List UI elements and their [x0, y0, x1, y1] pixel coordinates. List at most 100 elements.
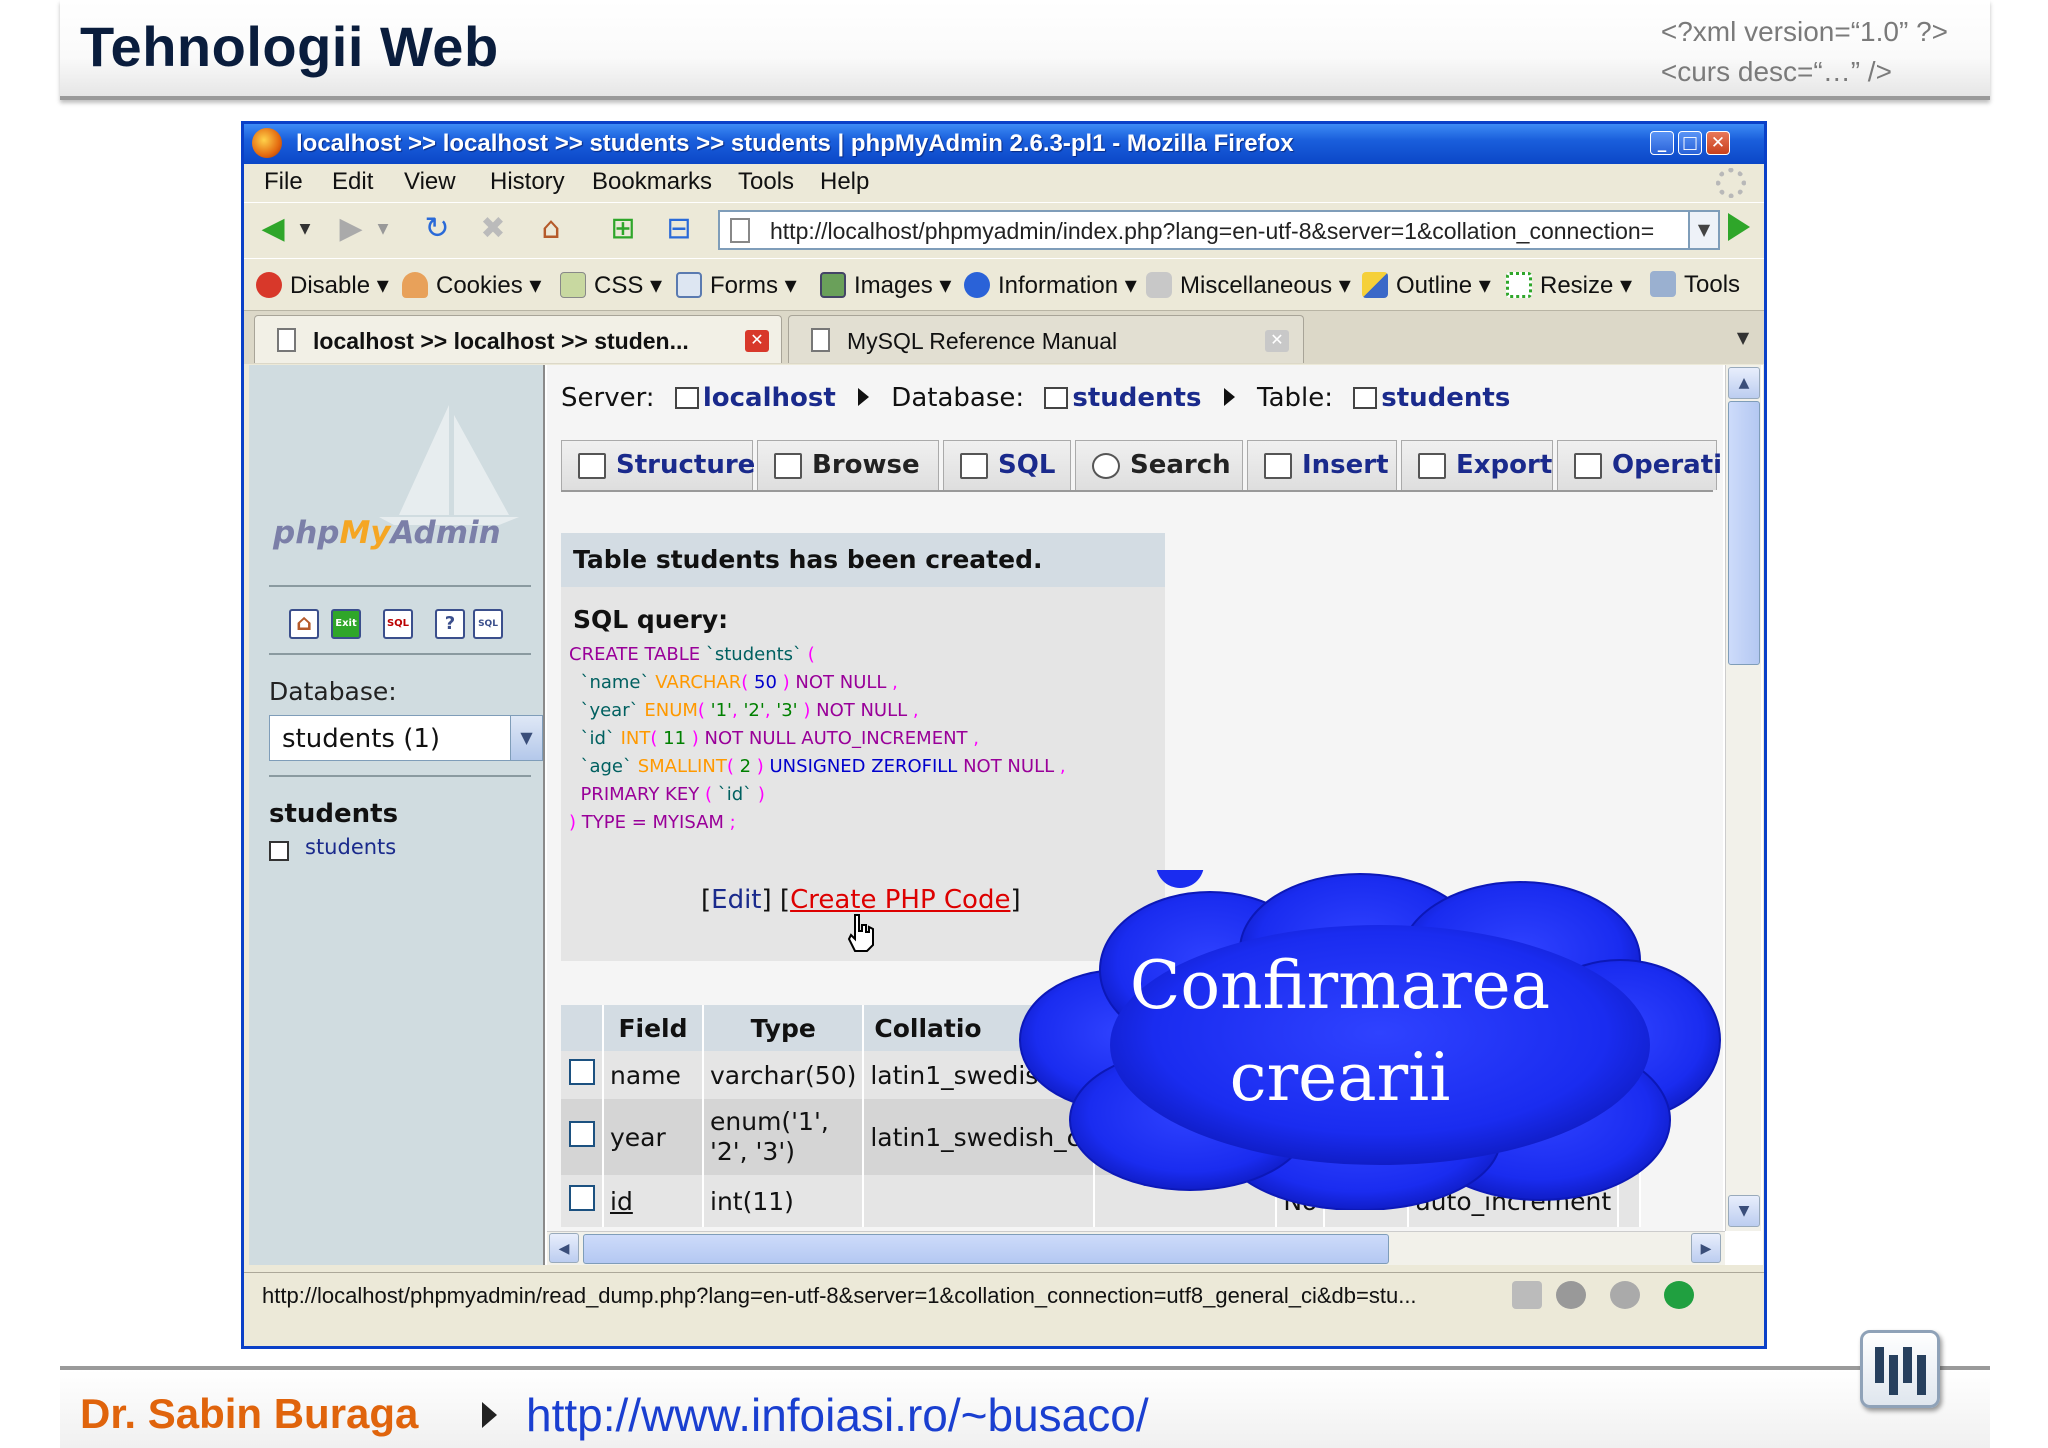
table-icon[interactable] — [269, 841, 289, 861]
sql-line: `age` SMALLINT( 2 ) UNSIGNED ZEROFILL NO… — [580, 756, 1066, 777]
window-title: localhost >> localhost >> students >> st… — [296, 130, 1294, 157]
create-php-code-link[interactable]: Create PHP Code — [790, 885, 1010, 915]
back-dropdown-icon[interactable]: ▼ — [288, 213, 322, 245]
page-icon — [277, 328, 296, 352]
go-icon[interactable] — [1728, 213, 1750, 241]
cell-field[interactable]: id — [603, 1175, 704, 1227]
breadcrumb-server[interactable]: localhost — [703, 383, 836, 413]
tab-close-icon[interactable]: ✕ — [1265, 330, 1289, 352]
row-checkbox[interactable] — [568, 1121, 595, 1147]
edit-link[interactable]: Edit — [711, 885, 761, 915]
wd-images[interactable]: Images ▾ — [820, 271, 951, 300]
tab-mysql-manual[interactable]: MySQL Reference Manual ✕ — [788, 315, 1304, 363]
new-tab-icon[interactable]: ⊞ — [606, 213, 640, 245]
images-icon — [820, 272, 846, 298]
tab-bar: localhost >> localhost >> studen... ✕ My… — [244, 310, 1764, 364]
wd-css[interactable]: CSS ▾ — [560, 271, 662, 300]
phpmyadmin-logo[interactable]: phpMyAdmin — [273, 515, 501, 551]
chevron-down-icon[interactable]: ▼ — [510, 716, 542, 760]
exit-icon[interactable]: Exit — [331, 609, 361, 639]
table-link-students[interactable]: students — [305, 835, 396, 859]
footer-url[interactable]: http://www.infoiasi.ro/~busaco/ — [526, 1388, 1149, 1442]
scroll-left-icon[interactable]: ◀ — [549, 1233, 579, 1263]
sql-line: CREATE TABLE `students` ( — [569, 644, 815, 665]
breadcrumb: Server: localhost Database: students Tab… — [561, 383, 1511, 413]
back-icon[interactable]: ◀ — [256, 213, 290, 245]
sql-query-icon[interactable]: SQL — [383, 609, 413, 639]
tab-phpmyadmin[interactable]: localhost >> localhost >> studen... ✕ — [254, 315, 782, 363]
tab-sql[interactable]: SQL — [943, 440, 1071, 490]
breadcrumb-database[interactable]: students — [1072, 383, 1201, 413]
help-icon[interactable]: ? — [435, 609, 465, 639]
footer-author: Dr. Sabin Buraga — [80, 1390, 419, 1437]
home-icon[interactable]: ⌂ — [534, 213, 568, 245]
bookmark-icon[interactable]: ⊟ — [662, 213, 696, 245]
tab-export[interactable]: Export — [1401, 440, 1553, 490]
tab-structure[interactable]: Structure — [561, 440, 755, 490]
stop-icon[interactable]: ✖ — [476, 213, 510, 245]
wd-outline[interactable]: Outline ▾ — [1362, 271, 1491, 300]
tab-list-button[interactable]: ▼ — [1728, 321, 1758, 355]
tab-close-icon[interactable]: ✕ — [745, 330, 769, 352]
breadcrumb-table[interactable]: students — [1381, 383, 1510, 413]
wd-resize[interactable]: Resize ▾ — [1506, 271, 1632, 300]
scroll-thumb[interactable] — [1728, 401, 1760, 665]
pma-tabs: Structure Browse SQL Search Insert Expor… — [561, 440, 1723, 492]
cookies-icon — [402, 272, 428, 298]
tab-search[interactable]: Search — [1075, 440, 1243, 490]
home-icon[interactable]: ⌂ — [289, 609, 319, 639]
menu-history[interactable]: History — [490, 168, 565, 196]
status-panel-icon — [1512, 1281, 1542, 1309]
minimize-button[interactable]: _ — [1650, 131, 1674, 155]
menu-view[interactable]: View — [404, 168, 456, 196]
pma-navigation-frame: phpMyAdmin ⌂ Exit SQL ? SQL Database: st… — [249, 365, 545, 1265]
slide-header: Tehnologii Web <?xml version=“1.0” ?> <c… — [60, 0, 1990, 100]
database-select[interactable]: students (1) ▼ — [269, 715, 543, 761]
menu-tools[interactable]: Tools — [738, 168, 794, 196]
sql-line: ) TYPE = MYISAM ; — [569, 812, 736, 833]
horizontal-scrollbar[interactable]: ◀ ▶ — [547, 1231, 1725, 1265]
row-checkbox[interactable] — [568, 1185, 595, 1211]
menu-edit[interactable]: Edit — [332, 168, 373, 196]
tab-insert[interactable]: Insert — [1247, 440, 1397, 490]
forward-dropdown-icon[interactable]: ▼ — [366, 213, 400, 245]
arrow-right-icon — [1223, 388, 1235, 406]
scroll-thumb[interactable] — [583, 1234, 1389, 1264]
status-robot-icon — [1610, 1281, 1640, 1309]
address-bar[interactable]: http://localhost/phpmyadmin/index.php?la… — [718, 210, 1690, 250]
tab-operations[interactable]: Operatio — [1557, 440, 1723, 490]
wd-forms[interactable]: Forms ▾ — [676, 271, 797, 300]
menu-file[interactable]: File — [264, 168, 303, 196]
forward-icon[interactable]: ▶ — [334, 213, 368, 245]
maximize-button[interactable]: □ — [1678, 131, 1702, 155]
sql-line: `year` ENUM( '1', '2', '3' ) NOT NULL , — [580, 700, 919, 721]
address-dropdown-button[interactable]: ▼ — [1690, 210, 1720, 250]
row-checkbox[interactable] — [568, 1059, 595, 1085]
column-header-type[interactable]: Type — [703, 1005, 865, 1051]
scroll-right-icon[interactable]: ▶ — [1691, 1233, 1721, 1263]
firefox-logo-icon — [252, 128, 282, 158]
wd-cookies[interactable]: Cookies ▾ — [402, 271, 541, 300]
callout-line2: crearii — [1229, 1039, 1451, 1116]
database-name[interactable]: students — [269, 799, 398, 829]
wd-information[interactable]: Information ▾ — [964, 271, 1137, 300]
cell-field: year — [603, 1099, 704, 1175]
sql-line: `id` INT( 11 ) NOT NULL AUTO_INCREMENT , — [580, 728, 979, 749]
close-button[interactable]: ✕ — [1706, 131, 1730, 155]
wd-disable[interactable]: Disable ▾ — [256, 271, 389, 300]
tab-browse[interactable]: Browse — [757, 440, 939, 490]
arrow-right-icon — [858, 388, 870, 406]
message-title: Table students has been created. — [573, 545, 1043, 574]
wd-miscellaneous[interactable]: Miscellaneous ▾ — [1146, 271, 1351, 300]
reload-icon[interactable]: ↻ — [420, 213, 454, 245]
wd-tools[interactable]: Tools — [1650, 271, 1740, 299]
column-header-field[interactable]: Field — [603, 1005, 704, 1051]
message-header: Table students has been created. — [561, 533, 1165, 587]
menu-help[interactable]: Help — [820, 168, 869, 196]
menu-bookmarks[interactable]: Bookmarks — [592, 168, 712, 196]
database-label: Database: — [269, 677, 397, 706]
sql-docs-icon[interactable]: SQL — [473, 609, 503, 639]
scroll-up-icon[interactable]: ▲ — [1728, 367, 1760, 399]
divider — [269, 775, 531, 777]
table-icon — [1353, 387, 1378, 409]
